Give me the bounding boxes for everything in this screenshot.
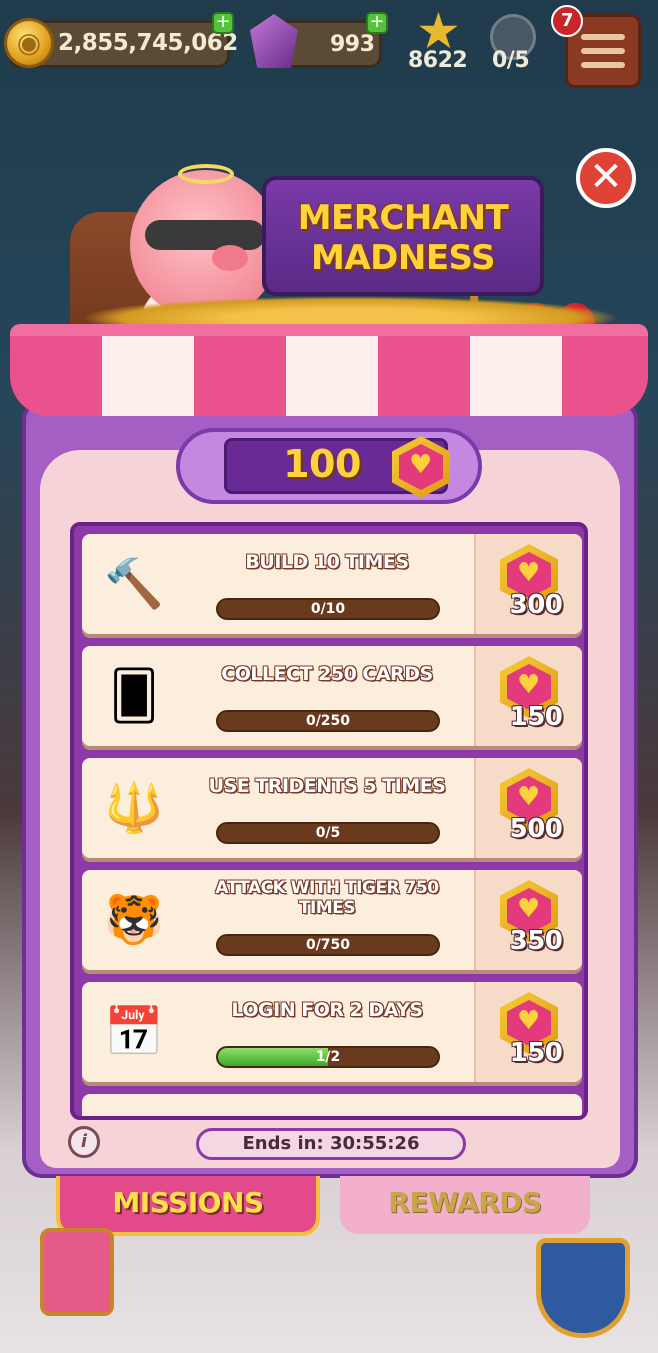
mission-reward: ♥ 350 xyxy=(474,870,582,970)
mission-progress-label: 0/250 xyxy=(305,713,351,729)
gem-amount: 993 xyxy=(330,32,375,57)
mission-reward-value: 150 xyxy=(509,702,563,732)
mission-reward: ♥ 500 xyxy=(474,758,582,858)
mission-row[interactable]: 🔨 BUILD 10 TIMES 0/10 ♥ 300 xyxy=(82,534,582,634)
event-title-line2: MADNESS xyxy=(311,238,496,278)
heart-token-glyph: ♥ xyxy=(517,894,541,924)
mission-progress-label: 0/10 xyxy=(310,601,346,617)
mission-progress-bar: 0/5 xyxy=(216,822,440,844)
mission-reward-value: 350 xyxy=(509,926,563,956)
mission-row[interactable]: 📅 LOGIN FOR 2 DAYS 1/2 ♥ 150 xyxy=(82,982,582,1082)
mission-progress-bar: 0/750 xyxy=(216,934,440,956)
halo-icon xyxy=(178,164,234,184)
bandit-mask-icon xyxy=(145,220,265,250)
token-balance: 100 xyxy=(283,442,361,486)
mission-reward: ♥ 150 xyxy=(474,646,582,746)
pig-snout xyxy=(212,245,248,271)
mission-row[interactable]: 🔱 USE TRIDENTS 5 TIMES 0/5 ♥ 500 xyxy=(82,758,582,858)
mission-list[interactable]: 🔨 BUILD 10 TIMES 0/10 ♥ 300 🂠 COLLECT 25… xyxy=(70,522,588,1120)
tab-missions-label: MISSIONS xyxy=(112,1186,264,1219)
coin-amount: 2,855,745,062 xyxy=(58,30,238,56)
mission-reward: ♥ 300 xyxy=(474,534,582,634)
background-shield-icon xyxy=(536,1238,630,1338)
mission-title: LOGIN FOR 2 DAYS xyxy=(231,999,423,1021)
mission-reward-value: 300 xyxy=(509,590,563,620)
heart-token-glyph: ♥ xyxy=(517,782,541,812)
calendar-icon: 📅 xyxy=(104,1004,164,1060)
heart-token-glyph: ♥ xyxy=(517,670,541,700)
trident-icon: 🔱 xyxy=(104,780,164,836)
mission-progress-bar: 0/250 xyxy=(216,710,440,732)
mission-title: COLLECT 250 CARDS xyxy=(221,663,433,685)
mission-row[interactable]: 🐯 ATTACK WITH TIGER 750 TIMES 0/750 ♥ 35… xyxy=(82,870,582,970)
mission-title: ATTACK WITH TIGER 750 TIMES xyxy=(215,878,439,918)
hammer-icon: 🔨 xyxy=(104,556,164,612)
background-card-icon xyxy=(40,1228,114,1316)
mission-title: USE TRIDENTS 5 TIMES xyxy=(208,775,446,797)
mission-progress-label: 1/2 xyxy=(315,1049,341,1065)
shield-count: 0/5 xyxy=(492,48,530,73)
add-gems-button[interactable]: + xyxy=(366,12,388,34)
event-timer: Ends in: 30:55:26 xyxy=(196,1128,466,1160)
shop-awning xyxy=(10,336,648,416)
mission-row[interactable] xyxy=(82,1094,582,1116)
mission-progress-bar: 0/10 xyxy=(216,598,440,620)
coin-icon: ◉ xyxy=(4,18,54,68)
mission-row[interactable]: 🂠 COLLECT 250 CARDS 0/250 ♥ 150 xyxy=(82,646,582,746)
close-button[interactable]: ✕ xyxy=(576,148,636,208)
info-button[interactable]: i xyxy=(68,1126,100,1158)
mission-progress-label: 0/750 xyxy=(305,937,351,953)
mission-title: BUILD 10 TIMES xyxy=(245,551,409,573)
heart-token-glyph: ♥ xyxy=(517,558,541,588)
tiger-icon: 🐯 xyxy=(104,892,164,948)
star-amount: 8622 xyxy=(408,48,468,73)
notification-badge: 7 xyxy=(551,5,583,37)
mission-reward-value: 150 xyxy=(509,1038,563,1068)
mission-reward-value: 500 xyxy=(509,814,563,844)
cards-icon: 🂠 xyxy=(109,668,159,724)
event-title: MERCHANT MADNESS xyxy=(262,198,544,278)
mission-reward: ♥ 150 xyxy=(474,982,582,1082)
tab-rewards-label: REWARDS xyxy=(388,1186,542,1219)
mission-progress-bar: 1/2 xyxy=(216,1046,440,1068)
heart-token-glyph: ♥ xyxy=(517,1006,541,1036)
event-title-line1: MERCHANT xyxy=(297,198,509,238)
mission-progress-label: 0/5 xyxy=(315,825,341,841)
add-coins-button[interactable]: + xyxy=(212,12,234,34)
heart-token-glyph: ♥ xyxy=(409,450,433,480)
